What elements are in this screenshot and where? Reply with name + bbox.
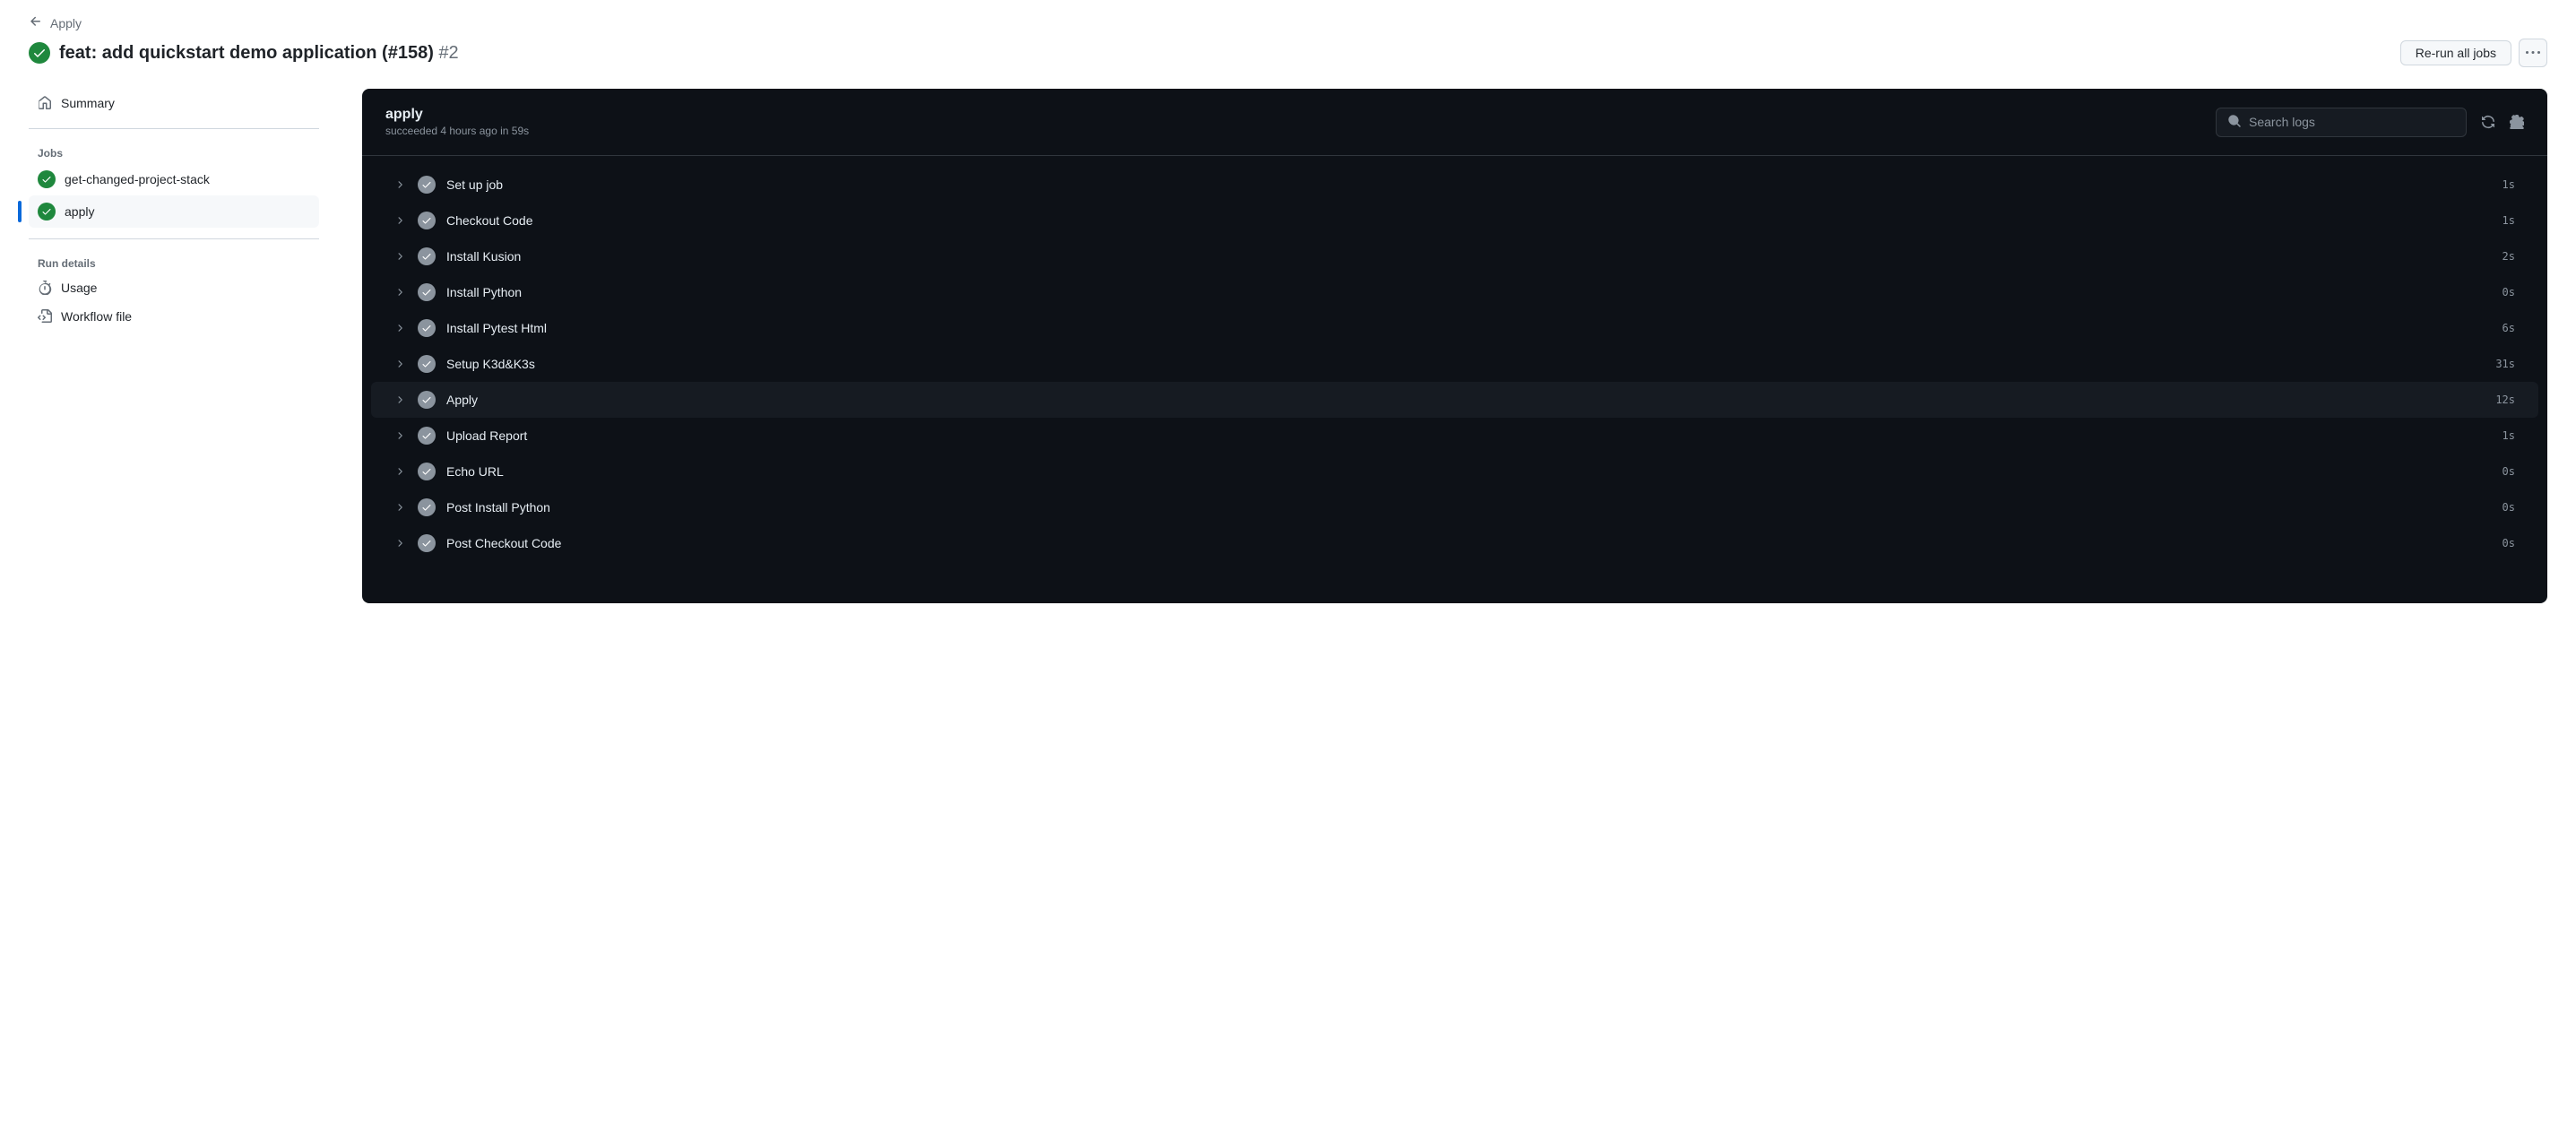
check-circle-icon — [418, 176, 436, 194]
back-arrow-icon[interactable] — [29, 14, 43, 31]
step-name: Apply — [446, 393, 2485, 407]
job-status-text: succeeded 4 hours ago in 59s — [385, 125, 529, 137]
sidebar-item-usage[interactable]: Usage — [29, 273, 319, 302]
step-duration: 1s — [2503, 429, 2515, 442]
step-row[interactable]: Set up job 1s — [371, 167, 2538, 203]
search-logs-input[interactable] — [2249, 115, 2455, 129]
chevron-right-icon — [394, 359, 407, 369]
sidebar-job-item[interactable]: apply — [29, 195, 319, 228]
check-circle-icon — [418, 283, 436, 301]
step-duration: 6s — [2503, 322, 2515, 334]
rerun-all-jobs-button[interactable]: Re-run all jobs — [2400, 40, 2511, 65]
refresh-button[interactable] — [2481, 115, 2495, 129]
sidebar-job-label: apply — [65, 204, 94, 219]
sidebar-item-workflow-file[interactable]: Workflow file — [29, 302, 319, 331]
breadcrumb-parent[interactable]: Apply — [50, 16, 82, 30]
step-duration: 0s — [2503, 286, 2515, 298]
step-duration: 31s — [2495, 358, 2515, 370]
sidebar-workflow-file-label: Workflow file — [61, 309, 132, 324]
step-row[interactable]: Upload Report 1s — [371, 418, 2538, 454]
sync-icon — [2481, 115, 2495, 129]
step-duration: 0s — [2503, 501, 2515, 514]
step-duration: 0s — [2503, 537, 2515, 549]
workflow-title-text: feat: add quickstart demo application (#… — [59, 43, 434, 63]
chevron-right-icon — [394, 466, 407, 477]
chevron-right-icon — [394, 502, 407, 513]
step-row[interactable]: Install Python 0s — [371, 274, 2538, 310]
chevron-right-icon — [394, 394, 407, 405]
stopwatch-icon — [38, 281, 52, 295]
chevron-right-icon — [394, 215, 407, 226]
check-circle-icon — [418, 212, 436, 229]
step-duration: 0s — [2503, 465, 2515, 478]
check-circle-icon — [418, 427, 436, 445]
check-circle-icon — [418, 247, 436, 265]
step-name: Install Pytest Html — [446, 321, 2492, 335]
sidebar-item-summary[interactable]: Summary — [29, 89, 319, 117]
step-row[interactable]: Post Install Python 0s — [371, 489, 2538, 525]
chevron-right-icon — [394, 287, 407, 298]
page-title: feat: add quickstart demo application (#… — [59, 43, 459, 64]
step-name: Post Install Python — [446, 500, 2492, 515]
sidebar-summary-label: Summary — [61, 96, 115, 110]
sidebar-job-label: get-changed-project-stack — [65, 172, 210, 186]
chevron-right-icon — [394, 538, 407, 549]
sidebar-divider — [29, 238, 319, 239]
check-circle-icon — [418, 355, 436, 373]
step-name: Checkout Code — [446, 213, 2492, 228]
sidebar-run-details-heading: Run details — [29, 250, 319, 273]
step-name: Set up job — [446, 177, 2492, 192]
sidebar-usage-label: Usage — [61, 281, 97, 295]
settings-button[interactable] — [2510, 115, 2524, 129]
step-name: Post Checkout Code — [446, 536, 2492, 550]
chevron-right-icon — [394, 179, 407, 190]
step-duration: 1s — [2503, 214, 2515, 227]
check-circle-icon — [38, 170, 56, 188]
step-row[interactable]: Install Pytest Html 6s — [371, 310, 2538, 346]
sidebar-jobs-heading: Jobs — [29, 140, 319, 163]
step-row[interactable]: Install Kusion 2s — [371, 238, 2538, 274]
check-circle-icon — [418, 391, 436, 409]
chevron-right-icon — [394, 323, 407, 333]
step-row[interactable]: Apply 12s — [371, 382, 2538, 418]
sidebar: Summary Jobs get-changed-project-stack ap… — [29, 89, 319, 603]
step-row[interactable]: Post Checkout Code 0s — [371, 525, 2538, 561]
step-name: Install Kusion — [446, 249, 2492, 264]
sidebar-job-item[interactable]: get-changed-project-stack — [29, 163, 319, 195]
check-circle-icon — [418, 319, 436, 337]
kebab-horizontal-icon — [2526, 46, 2540, 60]
workflow-status-icon — [29, 42, 50, 64]
check-circle-icon — [38, 203, 56, 221]
kebab-menu-button[interactable] — [2519, 39, 2547, 67]
sidebar-divider — [29, 128, 319, 129]
step-name: Echo URL — [446, 464, 2492, 479]
job-panel: apply succeeded 4 hours ago in 59s — [362, 89, 2547, 603]
breadcrumb: Apply — [29, 14, 2547, 31]
step-name: Install Python — [446, 285, 2492, 299]
step-duration: 2s — [2503, 250, 2515, 263]
step-row[interactable]: Checkout Code 1s — [371, 203, 2538, 238]
step-duration: 12s — [2495, 394, 2515, 406]
job-name: apply — [385, 107, 529, 123]
home-icon — [38, 96, 52, 110]
check-circle-icon — [418, 498, 436, 516]
check-circle-icon — [418, 463, 436, 480]
step-row[interactable]: Setup K3d&K3s 31s — [371, 346, 2538, 382]
step-name: Setup K3d&K3s — [446, 357, 2485, 371]
run-number: #2 — [438, 43, 458, 63]
chevron-right-icon — [394, 251, 407, 262]
check-circle-icon — [418, 534, 436, 552]
search-icon — [2227, 114, 2242, 131]
search-logs-box[interactable] — [2216, 108, 2467, 137]
step-name: Upload Report — [446, 428, 2492, 443]
step-row[interactable]: Echo URL 0s — [371, 454, 2538, 489]
step-duration: 1s — [2503, 178, 2515, 191]
gear-icon — [2510, 115, 2524, 129]
chevron-right-icon — [394, 430, 407, 441]
file-code-icon — [38, 309, 52, 324]
